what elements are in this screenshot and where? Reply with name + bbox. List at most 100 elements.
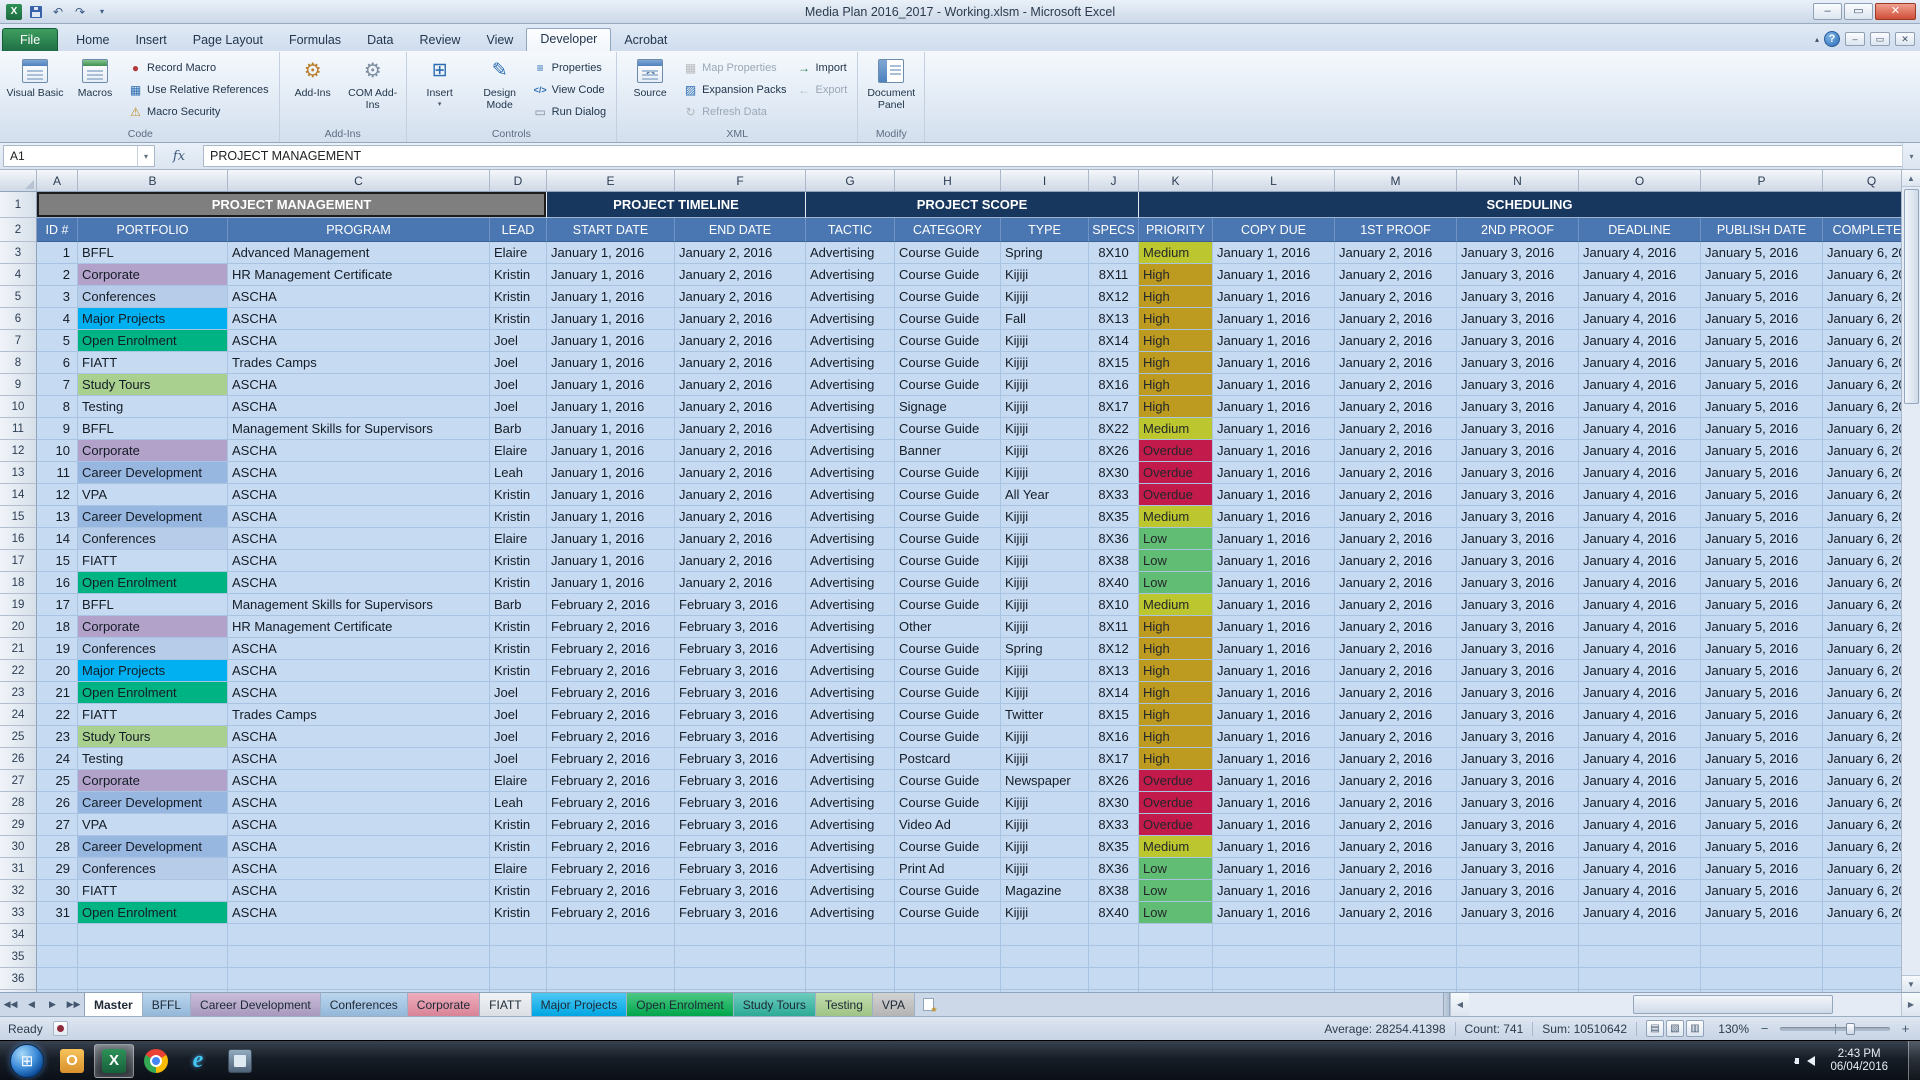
band-header-project-timeline[interactable]: PROJECT TIMELINE	[547, 192, 806, 218]
cell-Q4[interactable]: January 6, 2016	[1823, 264, 1901, 286]
cell-C8[interactable]: Trades Camps	[228, 352, 490, 374]
cell-I26[interactable]: Kijiji	[1001, 748, 1089, 770]
row-header-17[interactable]: 17	[0, 550, 37, 572]
row-header-21[interactable]: 21	[0, 638, 37, 660]
cell-C10[interactable]: ASCHA	[228, 396, 490, 418]
cell-M17[interactable]: January 2, 2016	[1335, 550, 1457, 572]
export-button[interactable]: ← Export	[794, 79, 853, 100]
cell-I35[interactable]	[1001, 946, 1089, 968]
cell-N27[interactable]: January 3, 2016	[1457, 770, 1579, 792]
cell-N12[interactable]: January 3, 2016	[1457, 440, 1579, 462]
cell-L18[interactable]: January 1, 2016	[1213, 572, 1335, 594]
cell-N3[interactable]: January 3, 2016	[1457, 242, 1579, 264]
cell-B32[interactable]: FIATT	[78, 880, 228, 902]
select-all-corner[interactable]	[0, 170, 37, 192]
cell-D32[interactable]: Kristin	[490, 880, 547, 902]
cell-P14[interactable]: January 5, 2016	[1701, 484, 1823, 506]
cell-E19[interactable]: February 2, 2016	[547, 594, 675, 616]
cell-C25[interactable]: ASCHA	[228, 726, 490, 748]
cell-I14[interactable]: All Year	[1001, 484, 1089, 506]
cell-E15[interactable]: January 1, 2016	[547, 506, 675, 528]
cell-N13[interactable]: January 3, 2016	[1457, 462, 1579, 484]
row-header-9[interactable]: 9	[0, 374, 37, 396]
cell-D22[interactable]: Kristin	[490, 660, 547, 682]
cell-P11[interactable]: January 5, 2016	[1701, 418, 1823, 440]
cell-G33[interactable]: Advertising	[806, 902, 895, 924]
cell-M11[interactable]: January 2, 2016	[1335, 418, 1457, 440]
cell-F21[interactable]: February 3, 2016	[675, 638, 806, 660]
cell-A14[interactable]: 12	[37, 484, 78, 506]
cell-L32[interactable]: January 1, 2016	[1213, 880, 1335, 902]
cell-C12[interactable]: ASCHA	[228, 440, 490, 462]
cell-Q30[interactable]: January 6, 2016	[1823, 836, 1901, 858]
cell-G7[interactable]: Advertising	[806, 330, 895, 352]
cell-D24[interactable]: Joel	[490, 704, 547, 726]
cell-G18[interactable]: Advertising	[806, 572, 895, 594]
cell-Q34[interactable]	[1823, 924, 1901, 946]
cell-F31[interactable]: February 3, 2016	[675, 858, 806, 880]
source-button[interactable]: <> Source	[621, 53, 679, 127]
cell-E28[interactable]: February 2, 2016	[547, 792, 675, 814]
row-header-5[interactable]: 5	[0, 286, 37, 308]
ribbon-tab-review[interactable]: Review	[406, 29, 473, 51]
row-header-10[interactable]: 10	[0, 396, 37, 418]
cell-A13[interactable]: 11	[37, 462, 78, 484]
column-title-category[interactable]: CATEGORY	[895, 218, 1001, 242]
cell-B33[interactable]: Open Enrolment	[78, 902, 228, 924]
cell-C18[interactable]: ASCHA	[228, 572, 490, 594]
cell-N15[interactable]: January 3, 2016	[1457, 506, 1579, 528]
cell-C28[interactable]: ASCHA	[228, 792, 490, 814]
cell-G36[interactable]	[806, 968, 895, 990]
cell-D14[interactable]: Kristin	[490, 484, 547, 506]
cell-P28[interactable]: January 5, 2016	[1701, 792, 1823, 814]
cell-Q24[interactable]: January 6, 2016	[1823, 704, 1901, 726]
cell-L13[interactable]: January 1, 2016	[1213, 462, 1335, 484]
cell-H27[interactable]: Course Guide	[895, 770, 1001, 792]
cell-D7[interactable]: Joel	[490, 330, 547, 352]
cell-I4[interactable]: Kijiji	[1001, 264, 1089, 286]
cell-C7[interactable]: ASCHA	[228, 330, 490, 352]
cell-J14[interactable]: 8X33	[1089, 484, 1139, 506]
row-header-33[interactable]: 33	[0, 902, 37, 924]
cell-K22[interactable]: High	[1139, 660, 1213, 682]
sheet-nav-prev-button[interactable]: ◀	[21, 993, 42, 1016]
document-panel-button[interactable]: Document Panel	[862, 53, 920, 127]
cell-N25[interactable]: January 3, 2016	[1457, 726, 1579, 748]
cell-O34[interactable]	[1579, 924, 1701, 946]
cell-K10[interactable]: High	[1139, 396, 1213, 418]
sheet-tab-vpa[interactable]: VPA	[873, 993, 915, 1016]
cell-H30[interactable]: Course Guide	[895, 836, 1001, 858]
cell-A17[interactable]: 15	[37, 550, 78, 572]
cell-B7[interactable]: Open Enrolment	[78, 330, 228, 352]
cell-D23[interactable]: Joel	[490, 682, 547, 704]
cell-G23[interactable]: Advertising	[806, 682, 895, 704]
cell-H6[interactable]: Course Guide	[895, 308, 1001, 330]
cell-A34[interactable]	[37, 924, 78, 946]
cell-M32[interactable]: January 2, 2016	[1335, 880, 1457, 902]
cell-O7[interactable]: January 4, 2016	[1579, 330, 1701, 352]
row-header-29[interactable]: 29	[0, 814, 37, 836]
row-header-6[interactable]: 6	[0, 308, 37, 330]
cell-Q28[interactable]: January 6, 2016	[1823, 792, 1901, 814]
cell-M13[interactable]: January 2, 2016	[1335, 462, 1457, 484]
cell-B30[interactable]: Career Development	[78, 836, 228, 858]
cell-O23[interactable]: January 4, 2016	[1579, 682, 1701, 704]
cell-B29[interactable]: VPA	[78, 814, 228, 836]
cell-P23[interactable]: January 5, 2016	[1701, 682, 1823, 704]
cell-J7[interactable]: 8X14	[1089, 330, 1139, 352]
cell-J31[interactable]: 8X36	[1089, 858, 1139, 880]
cell-D29[interactable]: Kristin	[490, 814, 547, 836]
cell-H33[interactable]: Course Guide	[895, 902, 1001, 924]
column-header-O[interactable]: O	[1579, 170, 1701, 192]
cell-P3[interactable]: January 5, 2016	[1701, 242, 1823, 264]
cell-L27[interactable]: January 1, 2016	[1213, 770, 1335, 792]
cell-G8[interactable]: Advertising	[806, 352, 895, 374]
cell-M10[interactable]: January 2, 2016	[1335, 396, 1457, 418]
cell-Q5[interactable]: January 6, 2016	[1823, 286, 1901, 308]
column-header-F[interactable]: F	[675, 170, 806, 192]
row-header-7[interactable]: 7	[0, 330, 37, 352]
cell-L23[interactable]: January 1, 2016	[1213, 682, 1335, 704]
cell-C34[interactable]	[228, 924, 490, 946]
cell-E23[interactable]: February 2, 2016	[547, 682, 675, 704]
sheet-nav-next-button[interactable]: ▶	[42, 993, 63, 1016]
